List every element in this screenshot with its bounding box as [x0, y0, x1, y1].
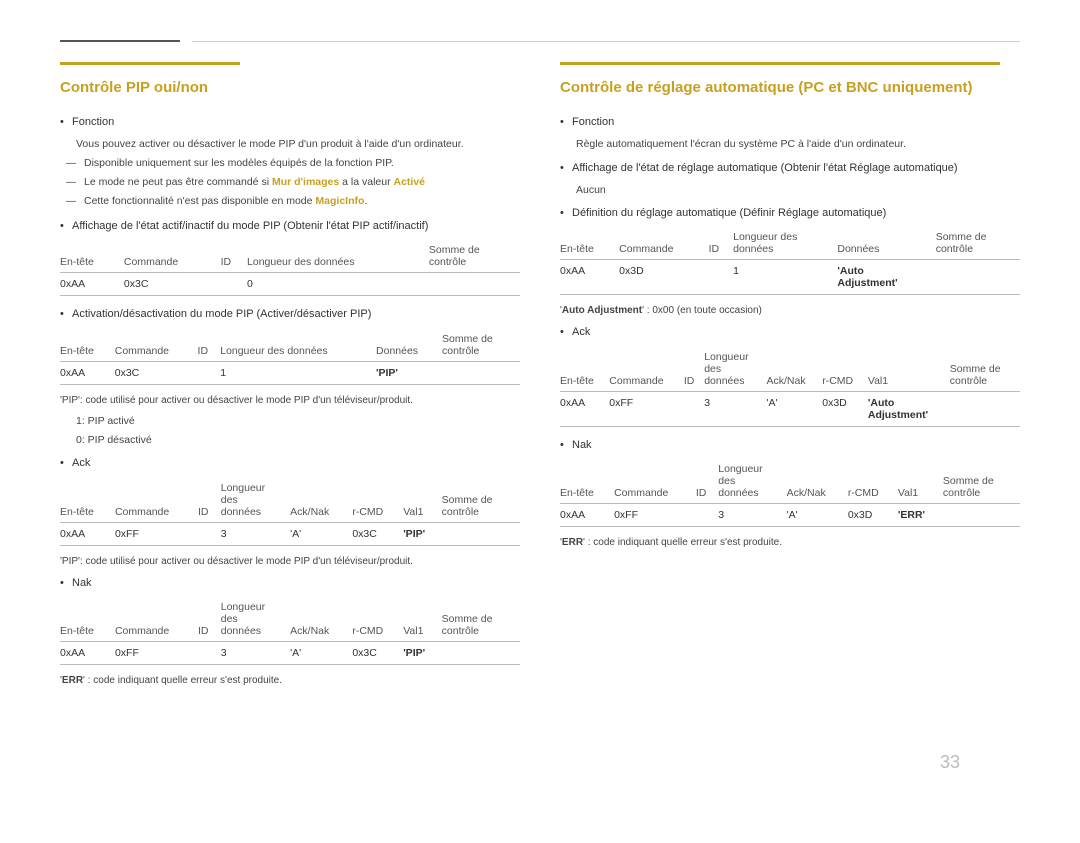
- left-t2-h4: Longueur des données: [220, 329, 376, 362]
- left-pip-0: 0: PIP désactivé: [76, 433, 520, 449]
- right-t3-h2: Commande: [614, 459, 696, 504]
- left-bullet2: Affichage de l'état actif/inactif du mod…: [72, 218, 520, 235]
- left-t3-h7: Val1: [403, 478, 441, 523]
- right-t3-h1: En-tête: [560, 459, 614, 504]
- right-t1-h1: En-tête: [560, 227, 619, 260]
- right-t2-h6: r-CMD: [822, 347, 868, 392]
- right-section-title: Contrôle de réglage automatique (PC et B…: [560, 79, 1020, 100]
- right-t3-row: 0xAA 0xFF 3 'A' 0x3D 'ERR': [560, 504, 1020, 527]
- right-bullet4: Ack: [572, 324, 1020, 341]
- right-t2-h8: Somme decontrôle: [950, 347, 1020, 392]
- right-table1: En-tête Commande ID Longueur desdonnées …: [560, 227, 1020, 295]
- left-t1-row: 0xAA 0x3C 0: [60, 273, 520, 296]
- left-t3-h6: r-CMD: [352, 478, 403, 523]
- left-t2-h6: Somme decontrôle: [442, 329, 520, 362]
- right-bullet5: Nak: [572, 437, 1020, 454]
- left-err-note: 'ERR' : code indiquant quelle erreur s'e…: [60, 675, 520, 686]
- left-t4-h6: r-CMD: [352, 597, 403, 642]
- right-t2-h7: Val1: [868, 347, 950, 392]
- left-t4-h2: Commande: [115, 597, 198, 642]
- left-pip-1: 1: PIP activé: [76, 414, 520, 430]
- left-t2-row: 0xAA 0x3C 1 'PIP': [60, 361, 520, 384]
- left-fonction-desc: Vous pouvez activer ou désactiver le mod…: [76, 137, 520, 153]
- left-t4-h3: ID: [198, 597, 221, 642]
- left-t4-h8: Somme decontrôle: [442, 597, 520, 642]
- right-bullet-fonction: Fonction: [572, 114, 1020, 131]
- right-t1-h2: Commande: [619, 227, 708, 260]
- right-t2-h2: Commande: [609, 347, 684, 392]
- left-t3-h5: Ack/Nak: [290, 478, 352, 523]
- left-t2-h2: Commande: [115, 329, 198, 362]
- left-t4-h5: Ack/Nak: [290, 597, 352, 642]
- right-t2-h3: ID: [684, 347, 704, 392]
- left-t1-h4: Longueur des données: [247, 240, 429, 273]
- right-bullet2: Affichage de l'état de réglage automatiq…: [572, 160, 1020, 177]
- left-t4-h1: En-tête: [60, 597, 115, 642]
- left-t2-h1: En-tête: [60, 329, 115, 362]
- right-table2: En-tête Commande ID Longueurdesdonnées A…: [560, 347, 1020, 427]
- left-table3: En-tête Commande ID Longueurdesdonnées A…: [60, 478, 520, 546]
- right-fonction-desc: Règle automatiquement l'écran du système…: [576, 137, 1020, 153]
- left-section-title: Contrôle PIP oui/non: [60, 79, 520, 100]
- left-t1-h1: En-tête: [60, 240, 124, 273]
- left-t2-h5: Données: [376, 329, 442, 362]
- right-t2-h1: En-tête: [560, 347, 609, 392]
- left-t1-h5: Somme decontrôle: [429, 240, 520, 273]
- right-t3-h6: r-CMD: [848, 459, 898, 504]
- left-t3-h2: Commande: [115, 478, 198, 523]
- left-pip-note2: 'PIP': code utilisé pour activer ou désa…: [60, 556, 520, 567]
- left-t4-h7: Val1: [403, 597, 441, 642]
- left-bullet5: Nak: [72, 575, 520, 592]
- right-err-note: 'ERR' : code indiquant quelle erreur s'e…: [560, 537, 1020, 548]
- left-bullet3: Activation/désactivation du mode PIP (Ac…: [72, 306, 520, 323]
- right-t2-row: 0xAA 0xFF 3 'A' 0x3D 'AutoAdjustment': [560, 391, 1020, 426]
- left-t3-row: 0xAA 0xFF 3 'A' 0x3C 'PIP': [60, 522, 520, 545]
- right-t1-row: 0xAA 0x3D 1 'AutoAdjustment': [560, 260, 1020, 295]
- left-table1: En-tête Commande ID Longueur des données…: [60, 240, 520, 296]
- left-t3-h8: Somme decontrôle: [442, 478, 520, 523]
- right-bullet3: Définition du réglage automatique (Défin…: [572, 205, 1020, 222]
- right-t3-h3: ID: [696, 459, 718, 504]
- right-t1-h4: Longueur desdonnées: [733, 227, 837, 260]
- left-t4-row: 0xAA 0xFF 3 'A' 0x3C 'PIP': [60, 642, 520, 665]
- left-bullet-fonction: Fonction: [72, 114, 520, 131]
- right-t2-h4: Longueurdesdonnées: [704, 347, 766, 392]
- left-bullet4: Ack: [72, 455, 520, 472]
- right-t1-h3: ID: [709, 227, 733, 260]
- left-dash3: Cette fonctionnalité n'est pas disponibl…: [84, 194, 520, 210]
- right-bullet2-sub: Aucun: [576, 183, 1020, 199]
- left-t4-h4: Longueurdesdonnées: [221, 597, 290, 642]
- left-table4: En-tête Commande ID Longueurdesdonnées A…: [60, 597, 520, 665]
- left-table2: En-tête Commande ID Longueur des données…: [60, 329, 520, 385]
- right-t3-h8: Somme decontrôle: [943, 459, 1020, 504]
- left-t3-h3: ID: [198, 478, 221, 523]
- right-t3-h7: Val1: [898, 459, 943, 504]
- left-dash2: Le mode ne peut pas être commandé si Mur…: [84, 175, 520, 191]
- right-table3: En-tête Commande ID Longueurdesdonnées A…: [560, 459, 1020, 527]
- left-pip-note1: 'PIP': code utilisé pour activer ou désa…: [60, 395, 520, 406]
- right-t3-h5: Ack/Nak: [787, 459, 848, 504]
- left-t3-h1: En-tête: [60, 478, 115, 523]
- left-t1-h2: Commande: [124, 240, 221, 273]
- left-t2-h3: ID: [198, 329, 221, 362]
- left-dash1: Disponible uniquement sur les modèles éq…: [84, 156, 520, 172]
- right-t2-h5: Ack/Nak: [766, 347, 822, 392]
- right-t3-h4: Longueurdesdonnées: [718, 459, 786, 504]
- right-t1-h5: Données: [837, 227, 935, 260]
- right-t1-h6: Somme decontrôle: [936, 227, 1020, 260]
- right-auto-note: 'Auto Adjustment' : 0x00 (en toute occas…: [560, 305, 1020, 316]
- left-t1-h3: ID: [221, 240, 247, 273]
- left-t3-h4: Longueurdesdonnées: [221, 478, 290, 523]
